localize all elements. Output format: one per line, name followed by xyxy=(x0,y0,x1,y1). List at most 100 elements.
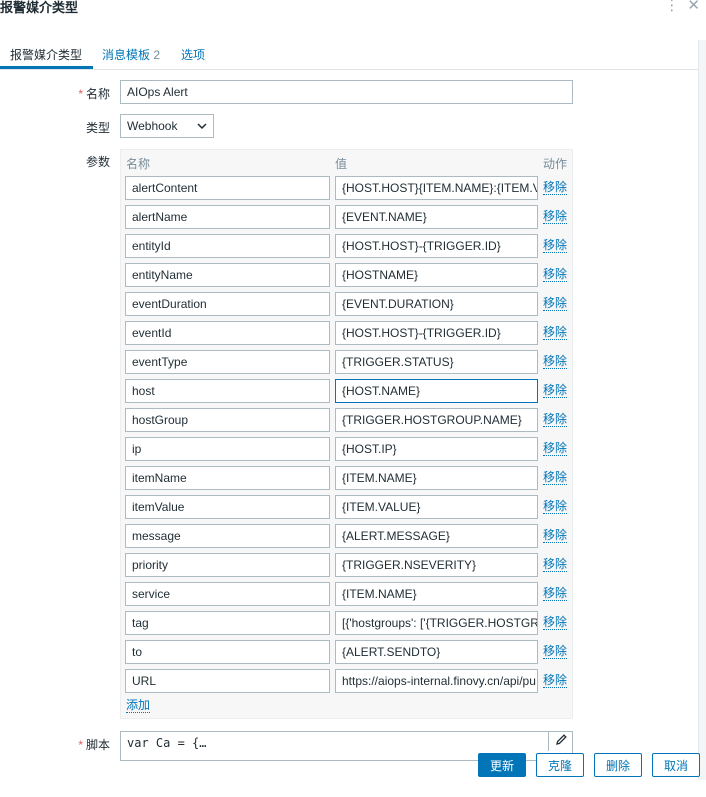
param-value-input[interactable]: {HOST.HOST}{ITEM.NAME}:{ITEM.VALUE} xyxy=(335,176,538,200)
param-value-input[interactable]: {EVENT.DURATION} xyxy=(335,292,538,316)
remove-param-link[interactable]: 移除 xyxy=(543,441,568,456)
tab-bar: 报警媒介类型 消息模板 2 选项 xyxy=(0,38,706,70)
param-name-input[interactable]: eventType xyxy=(125,350,330,374)
param-value-input[interactable]: {TRIGGER.HOSTGROUP.NAME} xyxy=(335,408,538,432)
param-value-input[interactable]: {ITEM.NAME} xyxy=(335,582,538,606)
remove-param-link[interactable]: 移除 xyxy=(543,615,568,630)
tab-message-templates[interactable]: 消息模板 2 xyxy=(102,46,160,63)
param-name-input[interactable]: itemValue xyxy=(125,495,330,519)
remove-param-link[interactable]: 移除 xyxy=(543,586,568,601)
params-header-action: 动作 xyxy=(543,157,568,171)
remove-param-link[interactable]: 移除 xyxy=(543,209,568,224)
remove-param-link[interactable]: 移除 xyxy=(543,296,568,311)
param-row: hostGroup {TRIGGER.HOSTGROUP.NAME} 移除 xyxy=(125,408,575,432)
param-row: host {HOST.NAME} 移除 xyxy=(125,379,575,403)
dialog-controls: ⋮ ✕ xyxy=(664,0,700,14)
param-name-input[interactable]: message xyxy=(125,524,330,548)
param-row: priority {TRIGGER.NSEVERITY} 移除 xyxy=(125,553,575,577)
param-name-input[interactable]: hostGroup xyxy=(125,408,330,432)
param-row: to {ALERT.SENDTO} 移除 xyxy=(125,640,575,664)
param-value-input[interactable]: {HOST.HOST}-{TRIGGER.ID} xyxy=(335,321,538,345)
edit-script-button[interactable] xyxy=(548,731,573,751)
remove-param-link[interactable]: 移除 xyxy=(543,557,568,572)
more-icon[interactable]: ⋮ xyxy=(664,0,679,14)
param-name-input[interactable]: URL xyxy=(125,669,330,693)
param-value-input[interactable]: {HOSTNAME} xyxy=(335,263,538,287)
param-value-input[interactable]: {HOST.NAME} xyxy=(335,379,538,403)
param-name-input[interactable]: entityId xyxy=(125,234,330,258)
type-select[interactable]: Webhook xyxy=(120,114,214,138)
param-name-input[interactable]: service xyxy=(125,582,330,606)
param-name-input[interactable]: priority xyxy=(125,553,330,577)
scrollbar[interactable] xyxy=(698,40,706,780)
param-name-input[interactable]: alertName xyxy=(125,205,330,229)
param-name-input[interactable]: eventId xyxy=(125,321,330,345)
remove-param-link[interactable]: 移除 xyxy=(543,412,568,427)
close-icon[interactable]: ✕ xyxy=(687,0,700,14)
tab-options[interactable]: 选项 xyxy=(181,46,205,63)
params-header-name: 名称 xyxy=(126,157,151,171)
param-name-input[interactable]: alertContent xyxy=(125,176,330,200)
remove-param-link[interactable]: 移除 xyxy=(543,470,568,485)
param-name-input[interactable]: eventDuration xyxy=(125,292,330,316)
remove-param-link[interactable]: 移除 xyxy=(543,180,568,195)
type-select-value: Webhook xyxy=(127,119,178,133)
params-label: 参数 xyxy=(85,155,110,169)
type-label: 类型 xyxy=(85,121,110,135)
remove-param-link[interactable]: 移除 xyxy=(543,383,568,398)
params-header-value: 值 xyxy=(335,157,348,171)
param-row: eventType {TRIGGER.STATUS} 移除 xyxy=(125,350,575,374)
clone-button[interactable]: 克隆 xyxy=(536,753,584,777)
remove-param-link[interactable]: 移除 xyxy=(543,267,568,282)
param-row: entityId {HOST.HOST}-{TRIGGER.ID} 移除 xyxy=(125,234,575,258)
add-param-link[interactable]: 添加 xyxy=(126,698,151,713)
param-value-input[interactable]: {TRIGGER.NSEVERITY} xyxy=(335,553,538,577)
param-row: eventId {HOST.HOST}-{TRIGGER.ID} 移除 xyxy=(125,321,575,345)
remove-param-link[interactable]: 移除 xyxy=(543,644,568,659)
param-row: service {ITEM.NAME} 移除 xyxy=(125,582,575,606)
param-value-input[interactable]: {ITEM.VALUE} xyxy=(335,495,538,519)
remove-param-link[interactable]: 移除 xyxy=(543,354,568,369)
param-value-input[interactable]: {HOST.HOST}-{TRIGGER.ID} xyxy=(335,234,538,258)
cancel-button[interactable]: 取消 xyxy=(652,753,700,777)
param-name-input[interactable]: entityName xyxy=(125,263,330,287)
param-value-input[interactable]: {TRIGGER.STATUS} xyxy=(335,350,538,374)
chevron-down-icon xyxy=(197,115,207,146)
param-value-input[interactable]: {ITEM.NAME} xyxy=(335,466,538,490)
param-row: alertContent {HOST.HOST}{ITEM.NAME}:{ITE… xyxy=(125,176,575,200)
delete-button[interactable]: 删除 xyxy=(594,753,642,777)
param-value-input[interactable]: {ALERT.SENDTO} xyxy=(335,640,538,664)
param-row: message {ALERT.MESSAGE} 移除 xyxy=(125,524,575,548)
remove-param-link[interactable]: 移除 xyxy=(543,499,568,514)
update-button[interactable]: 更新 xyxy=(478,753,526,777)
param-name-input[interactable]: host xyxy=(125,379,330,403)
script-label: * 脚本 xyxy=(0,736,110,753)
tab-media-type[interactable]: 报警媒介类型 xyxy=(10,46,82,63)
param-row: tag [{'hostgroups': ['{TRIGGER.HOSTGROUP… xyxy=(125,611,575,635)
param-row: itemValue {ITEM.VALUE} 移除 xyxy=(125,495,575,519)
required-marker: * xyxy=(78,738,83,752)
tab-message-templates-label: 消息模板 xyxy=(102,48,151,62)
param-name-input[interactable]: tag xyxy=(125,611,330,635)
remove-param-link[interactable]: 移除 xyxy=(543,238,568,253)
remove-param-link[interactable]: 移除 xyxy=(543,528,568,543)
name-label-text: 名称 xyxy=(85,87,110,101)
param-value-input[interactable]: [{'hostgroups': ['{TRIGGER.HOSTGROUP.NAM… xyxy=(335,611,538,635)
remove-param-link[interactable]: 移除 xyxy=(543,325,568,340)
required-marker: * xyxy=(78,87,83,101)
param-name-input[interactable]: ip xyxy=(125,437,330,461)
dialog-title: 报警媒介类型 xyxy=(0,0,79,15)
param-name-input[interactable]: itemName xyxy=(125,466,330,490)
param-value-input[interactable]: {ALERT.MESSAGE} xyxy=(335,524,538,548)
pencil-icon xyxy=(555,733,568,749)
param-name-input[interactable]: to xyxy=(125,640,330,664)
param-value-input[interactable]: https://aiops-internal.finovy.cn/api/pu xyxy=(335,669,538,693)
param-value-input[interactable]: {HOST.IP} xyxy=(335,437,538,461)
remove-param-link[interactable]: 移除 xyxy=(543,673,568,688)
param-value-input[interactable]: {EVENT.NAME} xyxy=(335,205,538,229)
name-field[interactable]: AIOps Alert xyxy=(120,80,573,104)
tab-count-badge: 2 xyxy=(153,48,161,62)
param-row: ip {HOST.IP} 移除 xyxy=(125,437,575,461)
script-label-text: 脚本 xyxy=(85,738,110,752)
param-row: eventDuration {EVENT.DURATION} 移除 xyxy=(125,292,575,316)
